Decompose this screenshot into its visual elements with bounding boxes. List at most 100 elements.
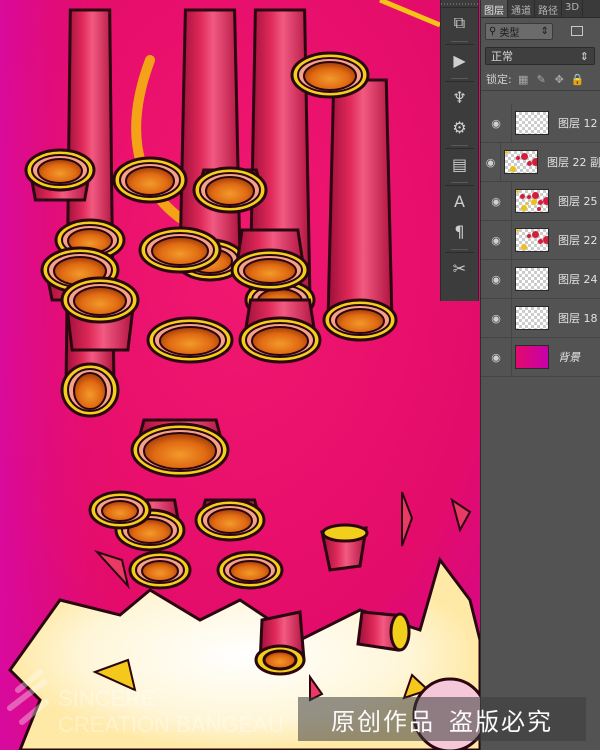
sincere-logo-icon: [7, 669, 49, 725]
tab-channels[interactable]: 通道: [508, 0, 535, 17]
tab-paths[interactable]: 路径: [535, 0, 562, 17]
thumbnail-mark: [516, 229, 519, 232]
brush-presets-icon[interactable]: ♆: [441, 82, 478, 112]
firecracker: [138, 226, 222, 274]
watermark-caption-left: 原创作品: [331, 707, 435, 736]
filter-kind-label: 类型: [499, 27, 520, 39]
blend-mode-label: 正常: [491, 50, 513, 63]
firecracker: [290, 51, 370, 99]
firecracker-opening: [243, 258, 297, 284]
firecracker-opening: [125, 166, 175, 196]
thumbnail-mark: [516, 156, 520, 160]
thumbnail-mark: [526, 202, 529, 205]
layer-thumbnail: [515, 345, 549, 369]
sincere-watermark: SINCERE CREATION BANGEAU: [7, 669, 284, 737]
firecracker-body: [326, 78, 394, 322]
thumbnail-mark: [516, 190, 519, 193]
layer-name: 图层 25: [558, 195, 598, 208]
character-icon[interactable]: A: [441, 186, 478, 216]
image-filter-icon[interactable]: [571, 26, 583, 36]
layer-name: 图层 22: [558, 234, 598, 247]
firecracker: [128, 550, 192, 590]
firecracker: [216, 550, 284, 590]
visibility-eye-icon[interactable]: ◉: [481, 338, 512, 376]
firecracker: [194, 498, 266, 542]
layer-filter-row: ⚲ 类型 ⇕: [481, 18, 600, 44]
lock-transparency-icon[interactable]: ▦: [517, 73, 530, 86]
clone-source-icon[interactable]: ⚙: [441, 112, 478, 142]
tool-presets-icon[interactable]: ▤: [441, 149, 478, 179]
layer-row[interactable]: ◉ 图层 12: [481, 104, 600, 143]
layer-list: ◉ 图层 12 ◉ 图层 22 副 ◉ 图层 25 ◉ 图层 22 ◉ 图层 24 ◉ 图层 18 ◉ 背…: [481, 104, 600, 377]
firecracker-opening: [151, 236, 209, 266]
thumbnail-mark: [510, 166, 516, 172]
strip-divider: [445, 75, 474, 82]
layer-thumbnail: [515, 111, 549, 135]
layer-row[interactable]: ◉ 图层 22 副: [481, 143, 600, 182]
layer-row[interactable]: ◉ 图层 22: [481, 221, 600, 260]
watermark-caption-right: 盗版必究: [449, 707, 553, 736]
layer-row[interactable]: ◉ 图层 24: [481, 260, 600, 299]
layer-name: 图层 18: [558, 312, 598, 325]
layers-panel: 图层 通道 路径 3D ⚲ 类型 ⇕ 正常 ⇕ 锁定: ▦ ✎ ✥ 🔒 ◉ 图层 …: [480, 0, 600, 750]
filter-kind-select[interactable]: ⚲ 类型 ⇕: [485, 22, 553, 40]
visibility-eye-icon[interactable]: ◉: [481, 299, 512, 337]
thumbnail-mark: [543, 236, 548, 244]
strip-divider: [445, 179, 474, 186]
strip-grip[interactable]: [441, 0, 478, 8]
layer-name: 背景: [558, 351, 580, 364]
thumbnail-mark: [521, 153, 528, 160]
firecracker-opening: [303, 61, 357, 91]
layer-row[interactable]: ◉ 背景: [481, 338, 600, 377]
firecracker: [238, 298, 322, 364]
lock-all-icon[interactable]: 🔒: [571, 73, 585, 86]
firecracker: [130, 418, 230, 478]
strip-divider: [445, 246, 474, 253]
firecracker-opening: [229, 560, 271, 582]
tab-layers[interactable]: 图层: [481, 0, 508, 17]
thumbnail-mark: [521, 244, 527, 250]
firecracker: [24, 148, 96, 202]
thumbnail-mark: [527, 195, 531, 199]
layer-row[interactable]: ◉ 图层 25: [481, 182, 600, 221]
tools-icon[interactable]: ✂: [441, 253, 478, 283]
blend-mode-select[interactable]: 正常 ⇕: [485, 47, 595, 65]
layer-row[interactable]: ◉ 图层 18: [481, 299, 600, 338]
visibility-eye-icon[interactable]: ◉: [481, 221, 512, 259]
lock-paint-icon[interactable]: ✎: [535, 73, 548, 86]
firecracker-opening: [73, 372, 107, 410]
play-icon[interactable]: ▶: [441, 45, 478, 75]
artwork-canvas[interactable]: [0, 0, 480, 750]
firecracker: [60, 8, 120, 418]
visibility-eye-icon[interactable]: ◉: [481, 104, 512, 142]
tab-3d[interactable]: 3D: [562, 0, 584, 17]
firecracker-opening: [335, 308, 385, 334]
lock-move-icon[interactable]: ✥: [553, 73, 566, 86]
thumbnail-mark: [532, 158, 537, 166]
visibility-eye-icon[interactable]: ◉: [481, 260, 512, 298]
firecracker-opening: [141, 560, 179, 582]
paragraph-icon[interactable]: ¶: [441, 216, 478, 246]
watermark-brand-line2: CREATION BANGEAU: [58, 712, 284, 737]
visibility-eye-icon[interactable]: ◉: [481, 182, 512, 220]
watermark-brand-line1: SINCERE: [58, 686, 156, 711]
layer-name: 图层 12: [558, 117, 598, 130]
dropdown-arrow-icon: ⇕: [540, 25, 549, 37]
layer-thumbnail: [504, 150, 538, 174]
firecracker-opening: [143, 432, 217, 470]
layer-thumbnail: [515, 228, 549, 252]
search-icon: ⚲: [489, 25, 497, 37]
dropdown-arrow-icon: ⇕: [579, 49, 589, 63]
firecracker: [112, 156, 188, 204]
visibility-eye-icon[interactable]: ◉: [481, 143, 501, 181]
firecracker: [230, 228, 310, 292]
history-icon[interactable]: ⧉: [441, 8, 478, 38]
panel-tabs: 图层 通道 路径 3D: [481, 0, 600, 18]
thumbnail-mark: [531, 199, 537, 205]
thumbnail-mark: [532, 192, 539, 199]
firecracker-opening: [37, 158, 83, 184]
layer-thumbnail: [515, 189, 549, 213]
thumbnail-mark: [521, 205, 527, 211]
firecracker-opening: [251, 326, 309, 356]
strip-divider: [445, 38, 474, 45]
